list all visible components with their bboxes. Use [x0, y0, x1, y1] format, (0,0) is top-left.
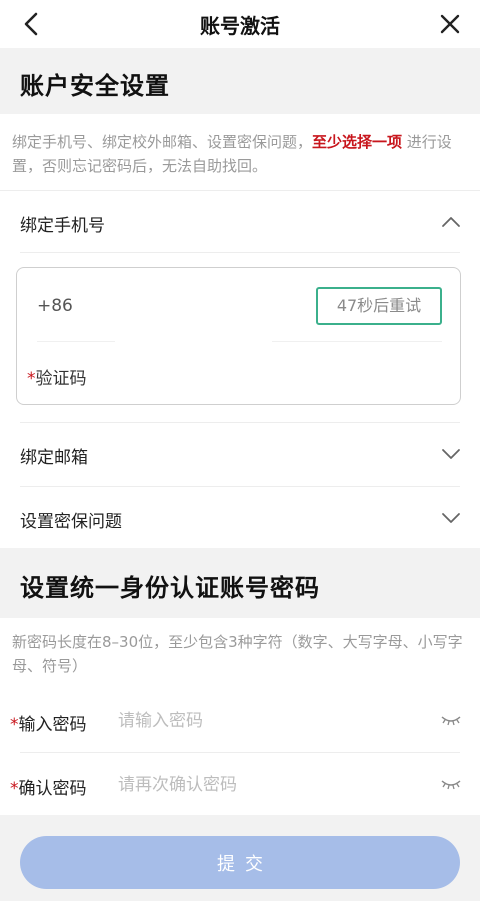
verification-code-text: 验证码	[35, 369, 87, 389]
security-description: 绑定手机号、绑定校外邮箱、设置密保问题，至少选择一项 进行设置，否则忘记密码后，…	[12, 130, 468, 178]
bind-phone-row[interactable]: 绑定手机号	[0, 191, 480, 251]
chevron-down-icon[interactable]	[440, 443, 462, 465]
page-title: 账号激活	[200, 14, 280, 38]
password-rules-description: 新密码长度在8–30位，至少包含3种字符（数字、大写字母、小写字母、符号）	[12, 633, 463, 675]
eye-closed-icon[interactable]	[440, 714, 462, 728]
password-label: *输入密码	[10, 710, 87, 735]
bind-email-label: 绑定邮箱	[20, 448, 88, 468]
bind-phone-label: 绑定手机号	[20, 216, 105, 236]
chevron-up-icon[interactable]	[440, 211, 462, 233]
country-code-underline	[37, 341, 115, 342]
security-section-title: 账户安全设置	[20, 72, 170, 100]
top-nav-bar: 账号激活	[0, 0, 480, 48]
required-star: *	[10, 779, 19, 799]
phone-input-underline	[272, 341, 442, 342]
security-question-row[interactable]: 设置密保问题	[0, 487, 480, 547]
required-star: *	[10, 715, 19, 735]
password-section-title: 设置统一身份认证账号密码	[20, 574, 320, 602]
security-desc-highlight: 至少选择一项	[312, 133, 403, 151]
country-code[interactable]: +86	[37, 296, 73, 316]
verification-code-label[interactable]: *验证码	[27, 364, 87, 389]
chevron-down-icon[interactable]	[440, 507, 462, 529]
resend-code-button[interactable]: 47秒后重试	[316, 287, 442, 325]
close-icon[interactable]	[436, 10, 464, 38]
password-section-header: 设置统一身份认证账号密码	[0, 548, 480, 618]
confirm-password-input[interactable]	[118, 770, 418, 800]
security-section-header: 账户安全设置	[0, 48, 480, 114]
confirm-password-label-text: 确认密码	[18, 779, 87, 799]
required-star: *	[27, 369, 36, 389]
password-label-text: 输入密码	[18, 715, 87, 735]
eye-closed-icon[interactable]	[440, 778, 462, 792]
password-input[interactable]	[118, 706, 418, 736]
security-desc-text: 绑定手机号、绑定校外邮箱、设置密保问题，	[12, 133, 313, 151]
divider	[20, 252, 460, 253]
divider	[20, 752, 460, 753]
submit-button[interactable]: 提交	[20, 836, 460, 889]
bind-email-row[interactable]: 绑定邮箱	[0, 423, 480, 485]
security-question-label: 设置密保问题	[20, 512, 122, 532]
confirm-password-label: *确认密码	[10, 774, 87, 799]
